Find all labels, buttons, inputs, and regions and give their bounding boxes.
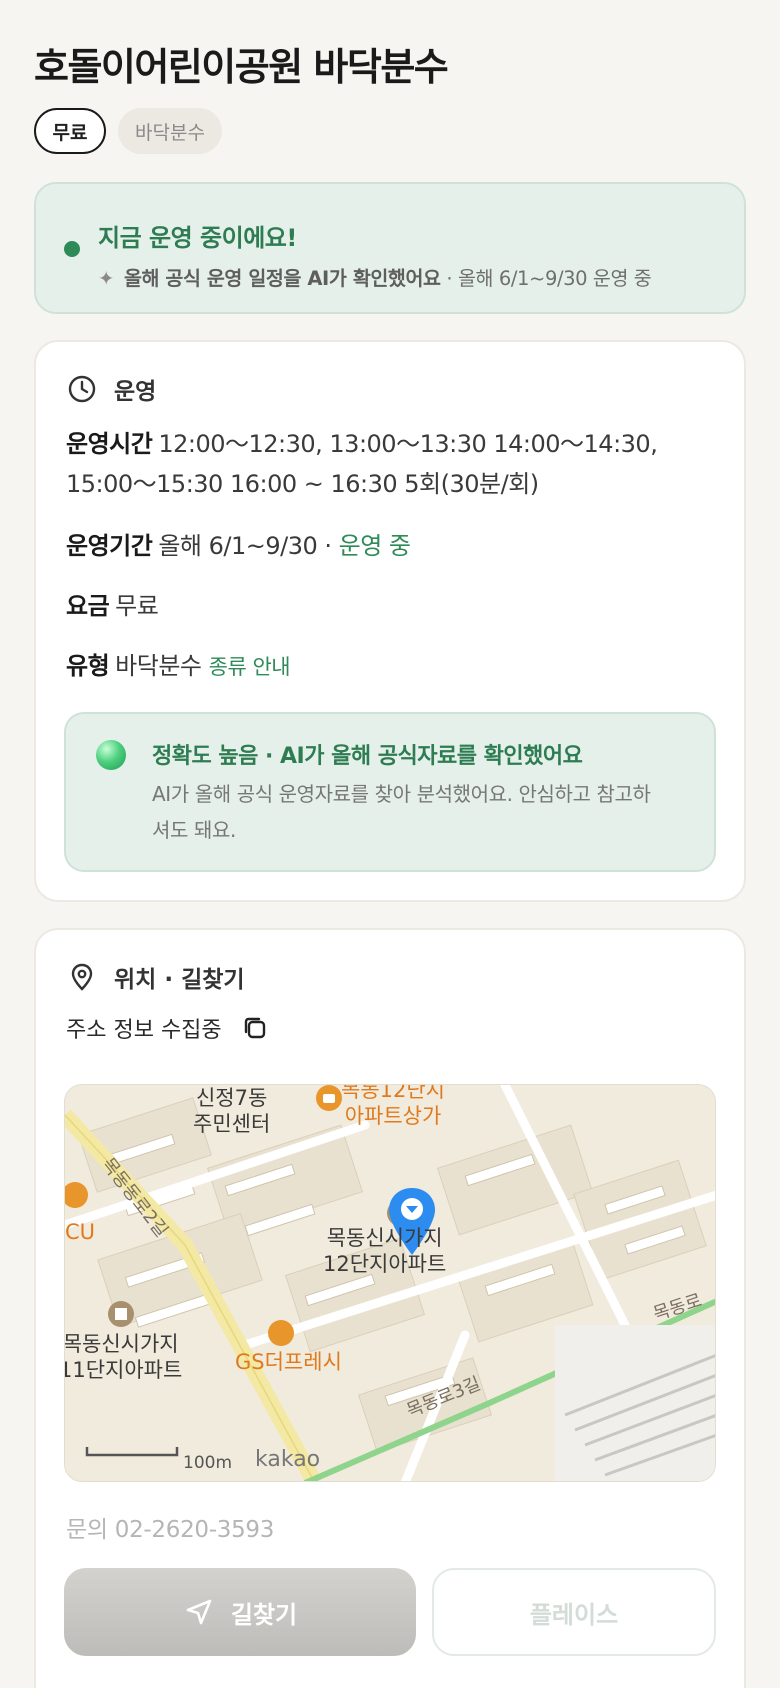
contact-phone[interactable]: 문의 02-2620-3593	[66, 1510, 274, 1544]
hours-row: 운영시간 12:00～12:30, 13:00～13:30 14:00～14:30…	[66, 424, 716, 504]
location-header: 위치 · 길찾기	[66, 960, 245, 994]
status-title: 지금 운영 중이에요!	[98, 224, 297, 252]
copy-icon[interactable]	[240, 1013, 270, 1043]
address-row: 주소 정보 수집중	[66, 1012, 270, 1044]
operation-card: 운영 운영시간 12:00～12:30, 13:00～13:30 14:00～14…	[34, 340, 746, 902]
ai-description: AI가 올해 공식 운영자료를 찾아 분석했어요. 안심하고 참고하셔도 돼요.	[152, 782, 651, 842]
map-label-community: 신정7동 주민센터	[193, 1086, 271, 1136]
route-button[interactable]: 길찾기	[64, 1568, 416, 1656]
map-label-gs: GS더프레시	[235, 1350, 342, 1374]
location-pin-icon	[71, 963, 93, 991]
location-label: 위치 · 길찾기	[114, 967, 245, 993]
location-card: 위치 · 길찾기 주소 정보 수집중 신정7동 주민센터 목동12단지 아파트상…	[34, 928, 746, 1688]
map-graphic	[65, 1085, 715, 1481]
type-row: 유형 바닥분수 종류 안내	[66, 646, 716, 687]
period-row: 운영기간 올해 6/1~9/30 · 운영 중	[66, 526, 716, 566]
map-label-mall: 목동12단지 아파트상가	[341, 1084, 446, 1128]
hours-key: 운영시간	[66, 430, 153, 458]
fee-key: 요금	[66, 592, 110, 620]
fee-chip[interactable]: 무료	[34, 108, 106, 154]
hours-value: 12:00～12:30, 13:00～13:30 14:00～14:30, 15…	[66, 430, 658, 498]
period-key: 운영기간	[66, 532, 153, 560]
type-guide-link[interactable]: 종류 안내	[209, 655, 291, 679]
page: 호돌이어린이공원 바닥분수 무료 바닥분수 지금 운영 중이에요! ✦ 올해 공식…	[0, 0, 780, 1688]
status-dot-icon	[64, 241, 80, 257]
ai-accuracy-box: 정확도 높음 · AI가 올해 공식자료를 확인했어요 AI가 올해 공식 운영…	[64, 712, 716, 872]
status-sub-rest: · 올해 6/1~9/30 운영 중	[440, 267, 652, 290]
clock-icon	[68, 375, 96, 403]
status-sub-strong: 올해 공식 운영 일정을 AI가 확인했어요	[123, 267, 441, 290]
navigation-arrow-icon	[186, 1599, 212, 1625]
operation-label: 운영	[114, 379, 157, 405]
map-brand-logo: kakao	[255, 1447, 321, 1472]
map-label-apt11: 목동신시가지 11단지아파트	[64, 1332, 183, 1382]
place-button[interactable]: 플레이스	[432, 1568, 716, 1656]
type-chip[interactable]: 바닥분수	[118, 108, 222, 154]
ai-orb-icon	[96, 740, 126, 770]
place-button-label: 플레이스	[529, 1600, 619, 1629]
address-text: 주소 정보 수집중	[66, 1018, 222, 1043]
sparkle-icon: ✦	[98, 267, 114, 290]
period-status: 운영 중	[338, 532, 411, 560]
map-label-cu: CU	[65, 1220, 96, 1244]
map-label-apt12: 목동신시가지 12단지아파트	[323, 1226, 447, 1276]
period-value: 올해 6/1~9/30 ·	[158, 532, 339, 560]
status-card: 지금 운영 중이에요! ✦ 올해 공식 운영 일정을 AI가 확인했어요 · 올해…	[34, 182, 746, 314]
route-button-label: 길찾기	[230, 1600, 298, 1629]
type-key: 유형	[66, 652, 110, 680]
fee-row: 요금 무료	[66, 586, 716, 626]
status-subtitle: ✦ 올해 공식 운영 일정을 AI가 확인했어요 · 올해 6/1~9/30 운영…	[98, 262, 652, 291]
page-title: 호돌이어린이공원 바닥분수	[34, 45, 449, 89]
ai-title: 정확도 높음 · AI가 올해 공식자료를 확인했어요	[152, 744, 583, 769]
map-scale-label: 100m	[183, 1453, 233, 1473]
operation-header: 운영	[66, 372, 156, 406]
map-view[interactable]: 신정7동 주민센터 목동12단지 아파트상가 목동신시가지 12단지아파트 목동…	[64, 1084, 716, 1482]
fee-value: 무료	[115, 592, 159, 620]
type-value: 바닥분수	[115, 652, 202, 680]
